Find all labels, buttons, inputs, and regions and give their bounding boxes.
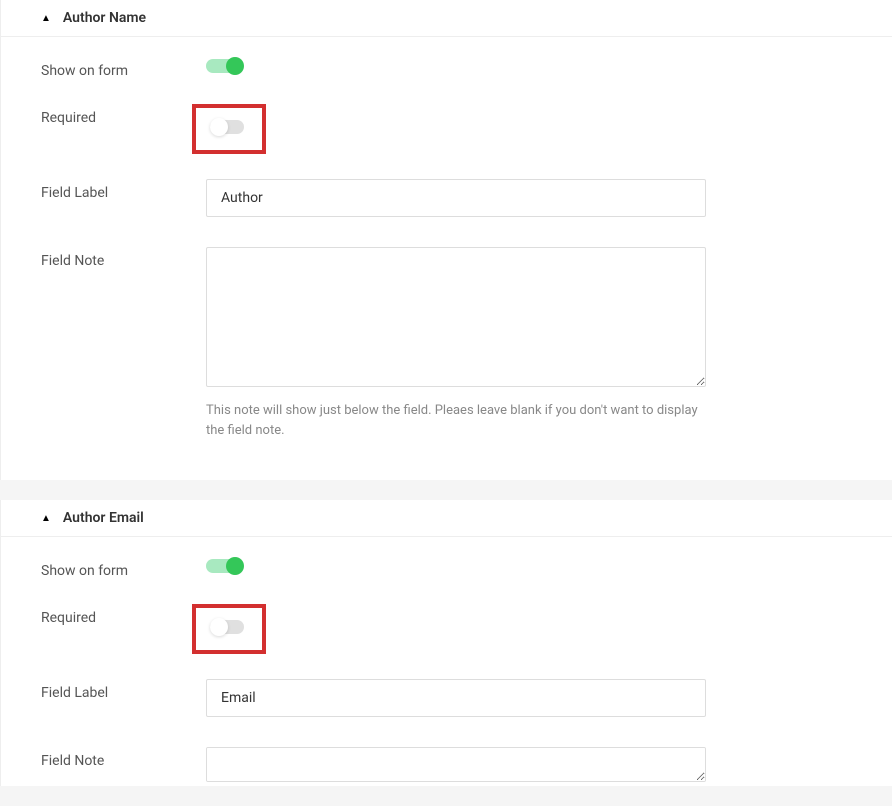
field-row-field-note: Field Note This note will show just belo… [41, 247, 852, 440]
toggle-required[interactable] [210, 118, 248, 136]
section-author-email: ▲ Author Email Show on form Required [0, 500, 892, 786]
label-required: Required [41, 104, 206, 126]
textarea-field-note[interactable] [206, 747, 706, 782]
label-show-on-form: Show on form [41, 557, 206, 579]
label-field-note: Field Note [41, 747, 206, 769]
field-row-field-label: Field Label [41, 179, 852, 217]
section-body: Show on form Required Field Labe [1, 537, 892, 786]
field-row-required: Required [41, 104, 852, 154]
help-text-field-note: This note will show just below the field… [206, 401, 706, 440]
highlight-required [192, 604, 266, 654]
section-body: Show on form Required Field Labe [1, 37, 892, 480]
field-row-field-note: Field Note [41, 747, 852, 786]
field-row-show-on-form: Show on form [41, 57, 852, 79]
field-row-required: Required [41, 604, 852, 654]
toggle-show-on-form[interactable] [206, 557, 244, 575]
section-title: Author Name [63, 10, 146, 26]
textarea-field-note[interactable] [206, 247, 706, 387]
toggle-required[interactable] [210, 618, 248, 636]
label-field-label: Field Label [41, 179, 206, 201]
section-author-name: ▲ Author Name Show on form Required [0, 0, 892, 480]
input-field-label[interactable] [206, 679, 706, 717]
collapse-icon: ▲ [41, 13, 51, 24]
highlight-required [192, 104, 266, 154]
label-field-label: Field Label [41, 679, 206, 701]
label-field-note: Field Note [41, 247, 206, 269]
section-header-author-name[interactable]: ▲ Author Name [1, 0, 892, 37]
section-title: Author Email [63, 510, 144, 526]
collapse-icon: ▲ [41, 513, 51, 524]
toggle-show-on-form[interactable] [206, 57, 244, 75]
field-row-show-on-form: Show on form [41, 557, 852, 579]
label-show-on-form: Show on form [41, 57, 206, 79]
section-header-author-email[interactable]: ▲ Author Email [1, 500, 892, 537]
field-row-field-label: Field Label [41, 679, 852, 717]
input-field-label[interactable] [206, 179, 706, 217]
label-required: Required [41, 604, 206, 626]
